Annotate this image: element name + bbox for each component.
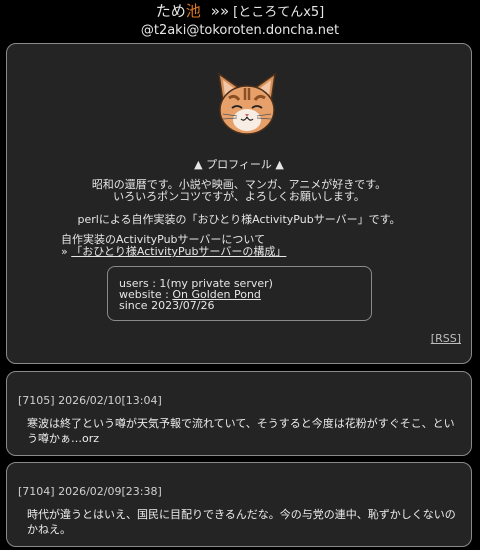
implementation-info: 自作実装のActivityPubサーバーについて » 「おひとり様Activit… [61,234,286,258]
post-meta[interactable]: [7104] 2026/02/09[23:38] [18,485,162,498]
title-arrows: »» [210,2,230,20]
account-handle: @t2aki@tokoroten.doncha.net [140,23,340,38]
post-meta[interactable]: [7105] 2026/02/10[13:04] [18,394,162,407]
profile-heading: ▲ プロフィール ▲ [194,158,284,171]
profile-bio: 昭和の還暦です。小説や映画、マンガ、アニメが好きです。 いろいろポンコツですが、… [7,179,471,203]
post-card: [7105] 2026/02/10[13:04] 寒波は終了という噂が天気予報で… [6,371,472,456]
link-prefix: » [61,245,72,258]
site-header: ため池 »» [ところてんx5] @t2aki@tokoroten.doncha.n… [0,0,480,40]
post-body: 寒波は終了という噂が天気予報で流れていて、そうすると今度は花粉がすぐそこ、という… [27,417,455,445]
server-structure-link[interactable]: 「おひとり様ActivityPubサーバーの構成」 [71,245,286,258]
bio-line: いろいろポンコツですが、よろしくお願いします。 [113,190,365,203]
server-stats-box: users : 1(my private server) website : O… [107,266,372,321]
site-title[interactable]: ため池 »» [ところてんx5] [0,2,480,22]
implementation-description: perlによる自作実装の「おひとり様ActivityPubサーバー」です。 [77,213,401,226]
rss-link[interactable]: [RSS] [431,332,461,345]
since-date: since 2023/07/26 [119,299,215,312]
site-title-main: ため [155,2,186,20]
cat-avatar-icon [218,72,276,135]
post-body: 時代が違うとはいえ、国民に目配りできるんだな。今の与党の連中、恥ずかしくないのか… [27,508,456,536]
profile-card: ▲ プロフィール ▲ 昭和の還暦です。小説や映画、マンガ、アニメが好きです。 い… [6,43,472,364]
site-title-accent: 池 [185,2,201,20]
site-title-suffix: [ところてんx5] [233,5,325,20]
post-card: [7104] 2026/02/09[23:38] 時代が違うとはいえ、国民に目配… [6,462,472,547]
implementation-link-row: » 「おひとり様ActivityPubサーバーの構成」 [61,246,286,258]
